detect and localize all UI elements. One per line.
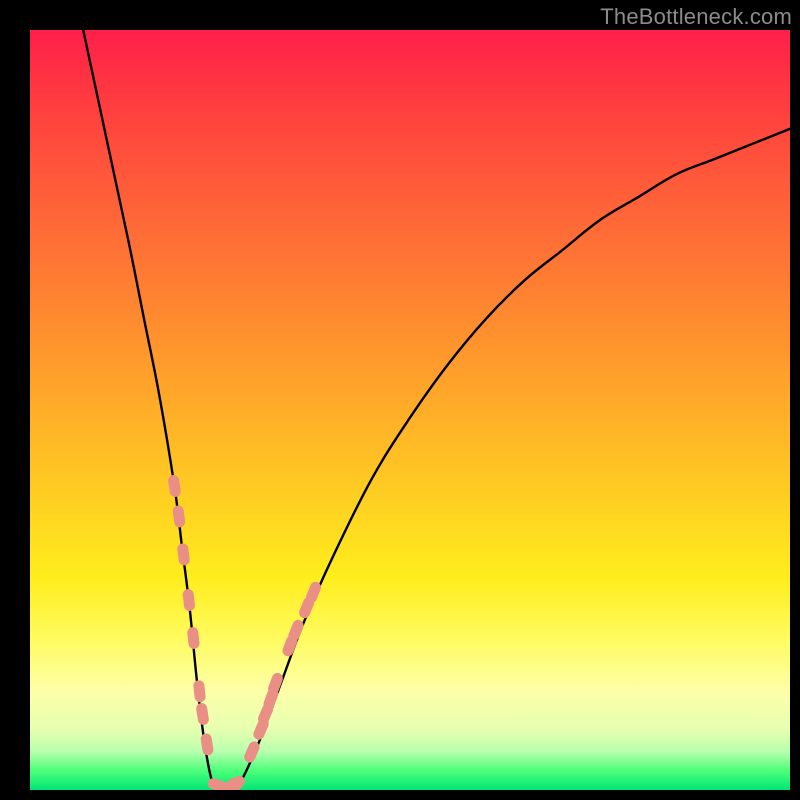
curve-marker [187,626,200,649]
curve-layer [30,30,790,790]
curve-marker [172,505,186,528]
curve-marker [193,680,206,703]
curve-group [83,30,790,790]
marker-group [167,474,322,790]
curve-marker [167,474,181,497]
curve-marker [195,702,209,725]
curve-marker [200,733,214,756]
plot-area [30,30,790,790]
curve-marker [182,588,195,611]
watermark-text: TheBottleneck.com [600,4,792,30]
chart-frame: TheBottleneck.com [0,0,800,800]
bottleneck-curve-path [83,30,790,790]
curve-marker [177,543,191,566]
